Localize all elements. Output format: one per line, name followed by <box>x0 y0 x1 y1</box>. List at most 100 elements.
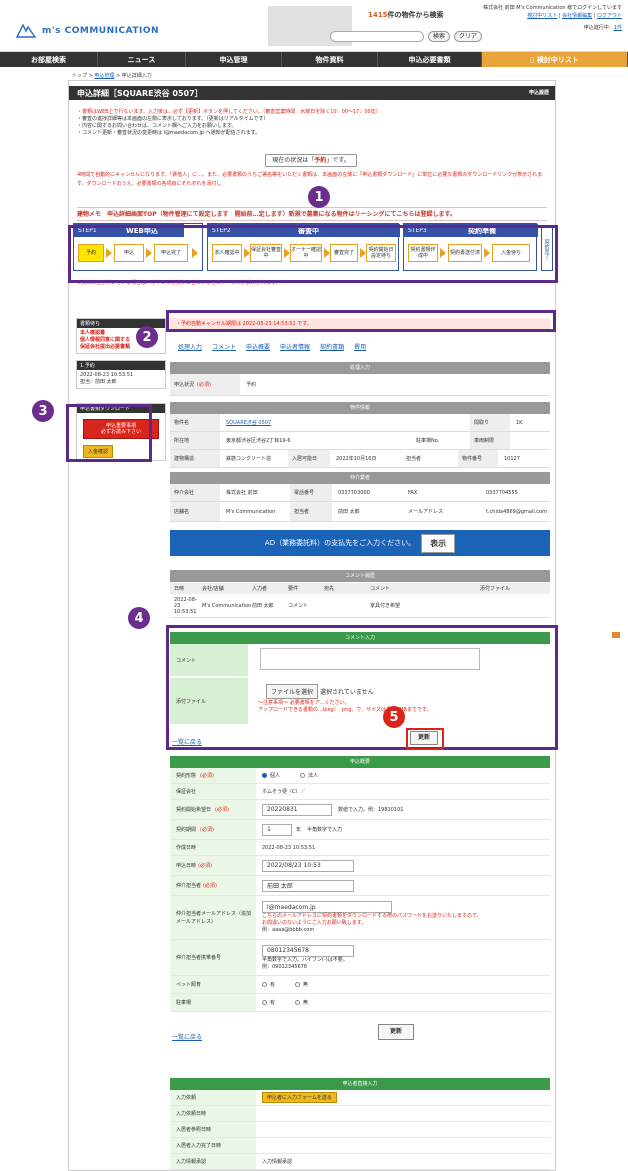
agent-mail-row: 仲介担当者メールアドレス（追加メールアドレス） l@maedacom.jp こち… <box>170 896 550 940</box>
property-number-value: 10127 <box>504 455 520 462</box>
nav-required-docs[interactable]: 申込必要書類 <box>378 52 482 67</box>
page-title: 申込詳細［SQUARE渋谷 0507］ <box>77 89 203 98</box>
application-history-link[interactable]: 申込履歴 <box>529 89 549 96</box>
breadcrumb-home[interactable]: トップ <box>72 73 87 79</box>
sidebar-history-block: 1.予約 2022-08-23 10:53:51 担当：前田 太郎 <box>76 360 166 389</box>
search-input[interactable] <box>330 31 424 42</box>
structure-value: 鉄筋コンクリート造 <box>226 456 272 462</box>
col-attachment: 添付ファイル <box>480 586 511 592</box>
nav-news[interactable]: ニュース <box>98 52 186 67</box>
applied-row: 申込日時 (必須) 2022/08/23 10:53 <box>170 856 550 876</box>
agent-mail-label: 仲介担当者メールアドレス（追加メールアドレス） <box>170 896 256 939</box>
logo[interactable]: m's COMMUNICATION <box>15 23 159 38</box>
agent-mail-note-1: こちらのメールアドレスに契約書類をダウンロードする際のパスワードをお送りいたしま… <box>262 913 482 919</box>
view-date-row: 入居者参照日時 <box>170 1122 550 1138</box>
ad-show-button[interactable]: 表示 <box>421 533 456 553</box>
start-date-label: 契約開始希望日 (必須) <box>170 800 256 819</box>
approve-value: 入力情報承認 <box>262 1159 293 1165</box>
staff-label: 担当者 <box>406 456 422 462</box>
agent-tel-label: 仲介担当者携帯番号 <box>170 940 256 975</box>
radio-pet-yes[interactable] <box>262 982 267 987</box>
nav-room-search[interactable]: お部屋検索 <box>0 52 98 67</box>
radio-personal[interactable] <box>262 773 267 778</box>
period-hint: 半角数字で入力 <box>307 827 343 833</box>
view-date-label: 入居者参照日時 <box>170 1122 256 1137</box>
agent-tel-row: 仲介担当者携帯番号 08012345678 半角数字で入力。ハイフン(-)は不要… <box>170 940 550 976</box>
created-value: 2022-08-23 10:53:51 <box>262 844 316 851</box>
cell-subject: コメント <box>288 603 309 609</box>
page-title-bar: 申込詳細［SQUARE渋谷 0507］ 申込履歴 <box>69 86 555 100</box>
tab-comment[interactable]: コメント <box>212 342 236 351</box>
broker-mail-label: メールアドレス <box>408 509 444 515</box>
col-company: 会社/店舗 <box>202 586 224 592</box>
agent-tel-input[interactable]: 08012345678 <box>262 944 354 957</box>
nav-watchlist-label: 検討中リスト <box>536 55 579 64</box>
cart-prefix: 申込進行中： <box>583 25 614 31</box>
application-status-value[interactable]: 予約 <box>240 381 256 388</box>
property-row-2: 所在地 東京都渋谷区渋谷2丁目19-6 駐車場No. 車両制限 <box>170 432 550 450</box>
cell-date: 2022-08-23 10:53:51 <box>174 596 197 615</box>
property-name-link[interactable]: SQUARE渋谷 0507 <box>220 419 470 426</box>
structure-label: 建物構造 <box>170 450 220 467</box>
direct-input-head: 申込者直接入力 <box>170 1078 550 1090</box>
tab-processing[interactable]: 処理入力 <box>178 342 202 351</box>
start-date-label-text: 契約開始希望日 <box>176 807 212 813</box>
broker-mail-value: t.chida4869@gmail.com <box>486 508 547 515</box>
comment-history-table: 日時 会社/店舗 入力者 要件 宛先 コメント 添付ファイル 2022-08-2… <box>170 583 550 618</box>
send-form-button[interactable]: 申込者に入力フォームを送る <box>262 1092 337 1103</box>
summary-back-link[interactable]: 一覧に戻る <box>172 1032 202 1041</box>
applied-input[interactable]: 2022/08/23 10:53 <box>262 859 354 872</box>
nav-watchlist[interactable]: ▯ 検討中リスト <box>482 52 628 67</box>
radio-parking-no-label: 無 <box>303 1000 309 1006</box>
radio-pet-no[interactable] <box>295 982 301 987</box>
tab-contract-docs[interactable]: 契約書類 <box>320 342 344 351</box>
property-name-label: 物件名 <box>170 414 220 431</box>
application-status-row: 申込状況 (必須) 予約 <box>170 374 550 396</box>
cart-count-link[interactable]: 1件 <box>614 25 622 31</box>
property-count-text: 件の物件から検索 <box>387 11 444 19</box>
comment-history-head: コメント履歴 <box>170 570 550 582</box>
header-account: 株式会社 前田 M's Communication 様でログインしています 検討… <box>483 5 622 31</box>
logo-mark-icon <box>15 23 37 38</box>
site-header: m's COMMUNICATION 1415件の物件から検索 検索 クリア 株式… <box>0 0 628 52</box>
notes: ・書類はWEB上で行ないます。入力後は、必ず【更新】ボタンを押してください。（審… <box>77 109 547 137</box>
required-mark: (必須) <box>200 773 214 779</box>
property-number-label: 物件番号 <box>458 450 498 467</box>
start-date-input[interactable]: 20220831 <box>262 803 332 816</box>
parking-no-label: 駐車場No. <box>416 438 440 444</box>
clear-button[interactable]: クリア <box>454 31 483 42</box>
address-value: 東京都渋谷区渋谷2丁目19-6 <box>226 438 291 444</box>
tab-fees[interactable]: 費用 <box>354 342 366 351</box>
tab-summary[interactable]: 申込概要 <box>246 342 270 351</box>
broker-person-label: 担当者 <box>290 502 332 521</box>
list-icon: ▯ <box>530 55 534 64</box>
radio-pet-yes-label: 有 <box>270 982 276 988</box>
required-mark: (必須) <box>215 807 229 813</box>
move-in-value: 2022年10月16日 <box>336 456 377 462</box>
highlight-comment-input <box>166 625 558 750</box>
breadcrumb-applications[interactable]: 申込管理 <box>94 73 114 79</box>
radio-parking-yes[interactable] <box>262 1000 267 1005</box>
radio-corporate[interactable] <box>300 773 306 778</box>
broker-head: 仲介業者 <box>170 472 550 484</box>
radio-parking-no[interactable] <box>295 1000 301 1005</box>
property-row-3: 建物構造 鉄筋コンクリート造 入居可能日 2022年10月16日 担当者 物件番… <box>170 450 550 468</box>
tab-applicant[interactable]: 申込者情報 <box>280 342 310 351</box>
period-label-text: 契約期間 <box>176 827 197 833</box>
logout-link[interactable]: ログアウト <box>597 13 622 19</box>
agent-input[interactable]: 前田 太郎 <box>262 879 354 892</box>
nav-applications[interactable]: 申込管理 <box>186 52 282 67</box>
sidebar-history-by: 担当：前田 太郎 <box>80 379 117 385</box>
watchlist-link[interactable]: 検討中リスト <box>527 13 557 19</box>
application-status-label-text: 申込状況 <box>174 382 195 388</box>
sidebar-history-head: 1.予約 <box>77 361 165 370</box>
company-edit-link[interactable]: 会社情報編集 <box>562 13 592 19</box>
agent-tel-hint: 半角数字で入力。ハイフン(-)は不要。 <box>262 956 348 963</box>
search-button[interactable]: 検索 <box>428 31 451 42</box>
summary-update-button[interactable]: 更新 <box>378 1024 414 1040</box>
period-input[interactable]: 1 <box>262 823 292 836</box>
comment-history-columns: 日時 会社/店舗 入力者 要件 宛先 コメント 添付ファイル <box>170 583 550 594</box>
processing-head: 処理入力 <box>170 362 550 374</box>
nav-property-docs[interactable]: 物件資料 <box>282 52 378 67</box>
agent-mail-input[interactable]: l@maedacom.jp <box>262 901 392 913</box>
